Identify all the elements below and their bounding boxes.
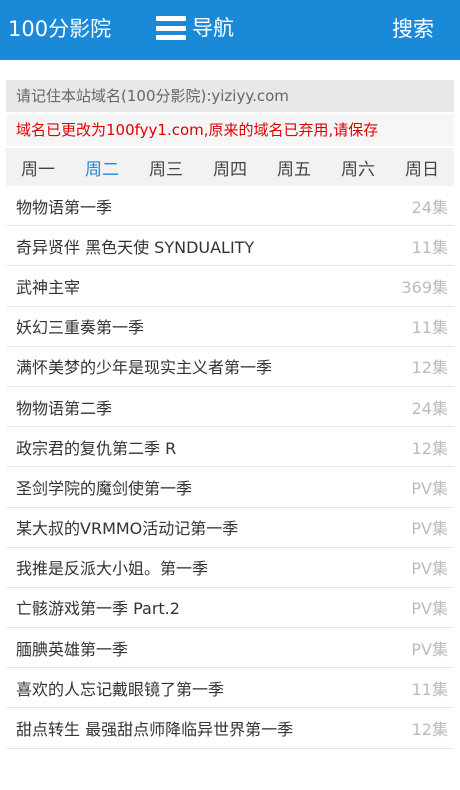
list-item[interactable]: 政宗君的复仇第二季 R 12集 — [6, 427, 454, 468]
site-title[interactable]: 100分影院 — [8, 14, 111, 44]
list-item-episodes: 12集 — [411, 358, 448, 378]
tab-tuesday[interactable]: 周二 — [81, 155, 123, 180]
list-item[interactable]: 武神主宰 369集 — [6, 266, 454, 307]
nav-button-label: 导航 — [192, 16, 234, 40]
list-item-title: 腼腆英雄第一季 — [16, 639, 129, 659]
list-item-title: 圣剑学院的魔剑使第一季 — [16, 478, 193, 498]
list-item-title: 物物语第二季 — [16, 398, 113, 418]
list-item-episodes: 11集 — [411, 237, 448, 257]
tab-wednesday[interactable]: 周三 — [145, 155, 187, 180]
list-item-title: 满怀美梦的少年是现实主义者第一季 — [16, 358, 273, 378]
list-item-title: 亡骸游戏第一季 Part.2 — [16, 599, 180, 619]
list-item[interactable]: 喜欢的人忘记戴眼镜了第一季 11集 — [6, 668, 454, 709]
list-item[interactable]: 甜点转生 最强甜点师降临异世界第一季 12集 — [6, 708, 454, 749]
list-item-episodes: PV集 — [411, 639, 448, 659]
list-item-episodes: PV集 — [411, 599, 448, 619]
list-item-episodes: 24集 — [411, 398, 448, 418]
list-item[interactable]: 圣剑学院的魔剑使第一季 PV集 — [6, 467, 454, 508]
list-item-episodes: PV集 — [411, 559, 448, 579]
list-item-title: 武神主宰 — [16, 277, 81, 297]
tab-thursday[interactable]: 周四 — [209, 155, 251, 180]
list-item-episodes: 24集 — [411, 197, 448, 217]
list-item-episodes: 11集 — [411, 679, 448, 699]
domain-hint-notice: 请记住本站域名(100分影院):yiziyy.com — [6, 80, 454, 112]
weekday-tabs: 周一 周二 周三 周四 周五 周六 周日 — [6, 148, 454, 186]
list-item-episodes: 12集 — [411, 720, 448, 740]
search-button[interactable]: 搜索 — [392, 14, 434, 44]
list-item[interactable]: 腼腆英雄第一季 PV集 — [6, 628, 454, 669]
tab-monday[interactable]: 周一 — [17, 155, 59, 180]
list-item[interactable]: 物物语第一季 24集 — [6, 186, 454, 227]
list-item-episodes: 369集 — [401, 277, 448, 297]
list-item-episodes: PV集 — [411, 478, 448, 498]
nav-button[interactable]: 导航 — [156, 13, 234, 43]
hamburger-menu-icon — [156, 13, 186, 43]
list-item-episodes: 12集 — [411, 438, 448, 458]
list-item[interactable]: 亡骸游戏第一季 Part.2 PV集 — [6, 588, 454, 629]
list-item-episodes: 11集 — [411, 318, 448, 338]
tab-sunday[interactable]: 周日 — [401, 155, 443, 180]
list-item[interactable]: 物物语第二季 24集 — [6, 387, 454, 428]
list-item[interactable]: 妖幻三重奏第一季 11集 — [6, 307, 454, 347]
schedule-list: 物物语第一季 24集 奇异贤伴 黑色天使 SYNDUALITY 11集 武神主宰 36… — [6, 186, 454, 749]
list-item-title: 妖幻三重奏第一季 — [16, 318, 145, 338]
list-item-title: 喜欢的人忘记戴眼镜了第一季 — [16, 679, 225, 699]
list-item-title: 政宗君的复仇第二季 R — [16, 438, 177, 458]
list-item[interactable]: 奇异贤伴 黑色天使 SYNDUALITY 11集 — [6, 226, 454, 267]
tab-saturday[interactable]: 周六 — [337, 155, 379, 180]
top-header: 100分影院 导航 搜索 — [0, 0, 460, 60]
list-item-title: 物物语第一季 — [16, 197, 113, 217]
list-item[interactable]: 满怀美梦的少年是现实主义者第一季 12集 — [6, 347, 454, 387]
list-item-title: 甜点转生 最强甜点师降临异世界第一季 — [16, 720, 294, 740]
list-item-title: 某大叔的VRMMO活动记第一季 — [16, 519, 239, 539]
list-item-episodes: PV集 — [411, 519, 448, 539]
list-item-title: 我推是反派大小姐。第一季 — [16, 559, 209, 579]
list-item[interactable]: 我推是反派大小姐。第一季 PV集 — [6, 548, 454, 588]
tab-friday[interactable]: 周五 — [273, 155, 315, 180]
list-item[interactable]: 某大叔的VRMMO活动记第一季 PV集 — [6, 508, 454, 548]
domain-changed-notice: 域名已更改为100fyy1.com,原来的域名已弃用,请保存 — [6, 114, 454, 146]
list-item-title: 奇异贤伴 黑色天使 SYNDUALITY — [16, 237, 255, 257]
